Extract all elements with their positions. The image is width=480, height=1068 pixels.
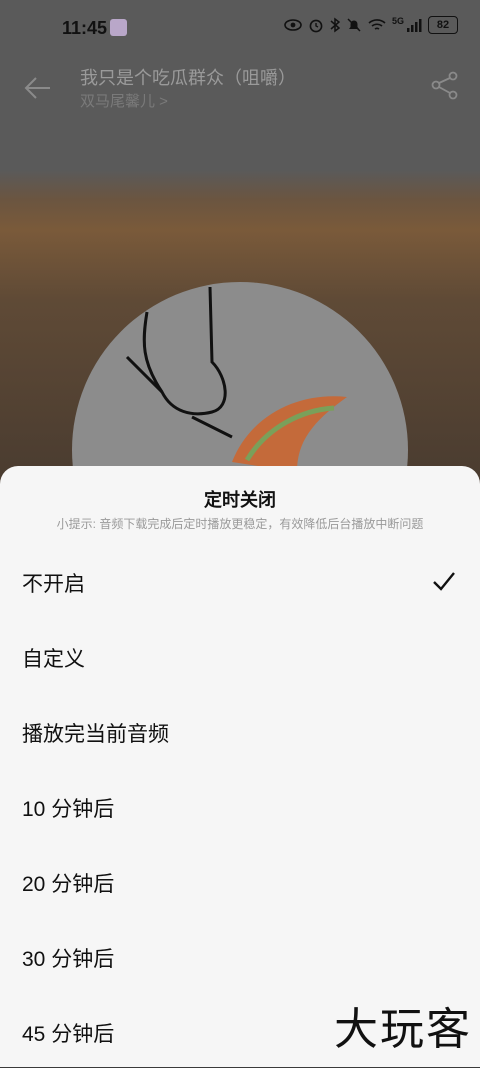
option-label: 播放完当前音频 — [22, 723, 169, 746]
option-custom[interactable]: 自定义 — [0, 623, 480, 693]
option-label: 20 分钟后 — [22, 873, 115, 896]
player-header: 我只是个吃瓜群众（咀嚼） 双马尾馨儿 > — [0, 58, 480, 122]
option-30-min[interactable]: 30 分钟后 — [0, 923, 480, 993]
network-type: 5G — [391, 16, 404, 26]
checkmark-icon — [433, 572, 455, 591]
sheet-tip: 小提示: 音频下载完成后定时播放更稳定，有效降低后台播放中断问题 — [56, 517, 424, 531]
bluetooth-icon — [330, 17, 340, 33]
mute-icon — [347, 18, 361, 32]
signal-icon — [407, 19, 422, 32]
status-icons: 5G 82 — [284, 16, 458, 34]
option-label: 不开启 — [22, 573, 85, 596]
option-label: 10 分钟后 — [22, 798, 115, 821]
option-label: 30 分钟后 — [22, 948, 115, 971]
option-label: 自定义 — [22, 648, 85, 671]
notification-app-icon — [110, 19, 127, 36]
status-time: 11:45 — [62, 18, 108, 38]
watermark: 大玩客 — [334, 1004, 472, 1055]
alarm-icon — [309, 19, 323, 33]
option-after-current[interactable]: 播放完当前音频 — [0, 698, 480, 768]
battery-indicator: 82 — [428, 16, 458, 34]
status-bar: 11:45 5G 82 — [0, 0, 480, 58]
option-20-min[interactable]: 20 分钟后 — [0, 848, 480, 918]
sheet-title: 定时关闭 — [204, 490, 276, 510]
track-title: 我只是个吃瓜群众（咀嚼） — [80, 68, 296, 88]
artist-link[interactable]: 双马尾馨儿 > — [80, 90, 168, 111]
eye-icon — [284, 19, 302, 31]
option-10-min[interactable]: 10 分钟后 — [0, 773, 480, 843]
option-off[interactable]: 不开启 — [0, 548, 480, 618]
share-icon[interactable] — [430, 70, 460, 100]
sleep-timer-sheet: 定时关闭 小提示: 音频下载完成后定时播放更稳定，有效降低后台播放中断问题 不开… — [0, 466, 480, 1067]
arrow-left-icon[interactable] — [22, 72, 54, 104]
wifi-icon — [368, 19, 386, 30]
option-label: 45 分钟后 — [22, 1023, 115, 1046]
